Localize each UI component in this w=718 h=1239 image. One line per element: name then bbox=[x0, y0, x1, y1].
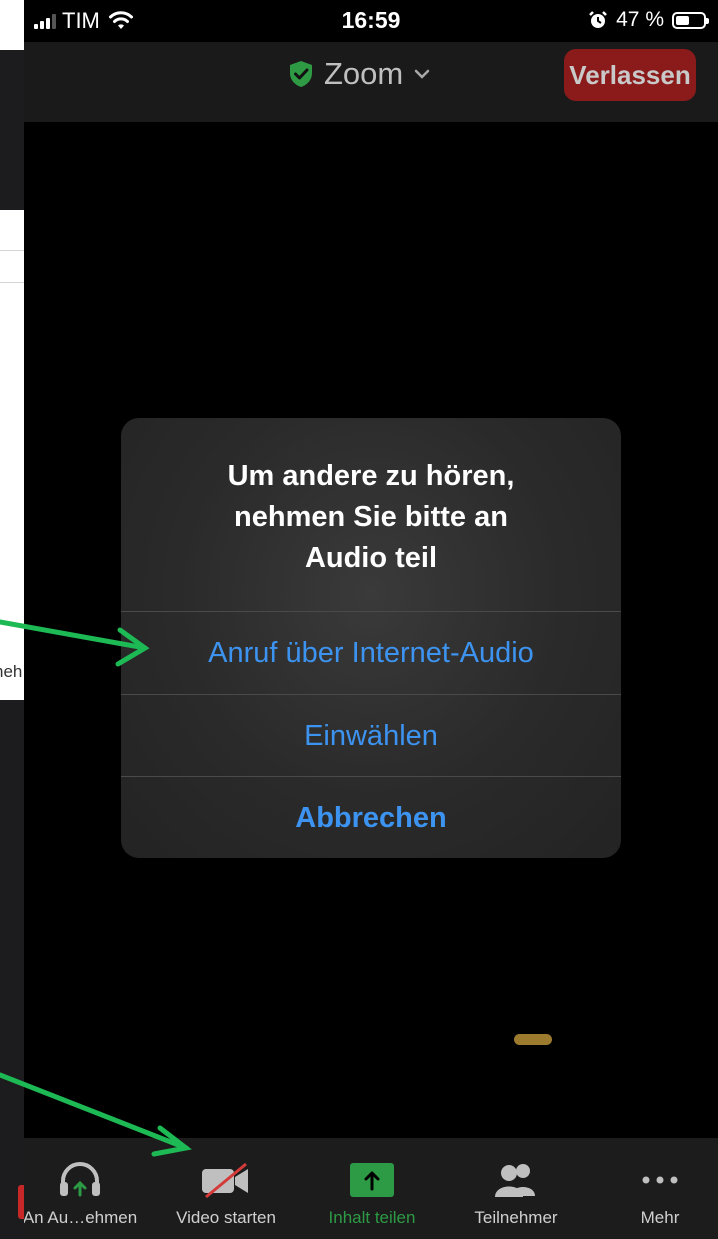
zoom-meeting-screen: TIM 16:59 47 % Zoom Verlassen Um andere … bbox=[24, 0, 718, 1239]
share-content-button[interactable]: Inhalt teilen bbox=[310, 1138, 434, 1239]
background-document-strip: neh bbox=[0, 0, 24, 1239]
share-icon bbox=[350, 1163, 394, 1197]
participants-label: Teilnehmer bbox=[474, 1208, 558, 1227]
meeting-title: Zoom bbox=[324, 56, 404, 91]
status-bar: TIM 16:59 47 % bbox=[24, 0, 718, 42]
background-divider bbox=[0, 282, 24, 283]
alarm-icon bbox=[589, 11, 608, 28]
participants-button[interactable]: Teilnehmer bbox=[454, 1138, 578, 1239]
video-off-icon bbox=[202, 1162, 248, 1199]
chevron-down-icon bbox=[415, 69, 430, 79]
audio-join-dialog: Um andere zu hören, nehmen Sie bitte an … bbox=[121, 418, 621, 858]
background-text: neh bbox=[0, 662, 23, 681]
background-panel-top bbox=[0, 0, 24, 50]
meeting-toolbar: An Au…ehmen Video starten Inhalt teilen bbox=[24, 1138, 718, 1239]
cancel-button[interactable]: Abbrechen bbox=[121, 776, 621, 858]
meeting-header: Zoom Verlassen bbox=[24, 42, 718, 122]
start-video-button[interactable]: Video starten bbox=[162, 1138, 290, 1239]
participants-icon bbox=[495, 1164, 535, 1197]
background-panel-fields bbox=[0, 210, 24, 318]
video-artifact bbox=[514, 1034, 552, 1045]
dialog-message: Um andere zu hören, nehmen Sie bitte an … bbox=[227, 460, 515, 574]
internet-audio-button[interactable]: Anruf über Internet-Audio bbox=[121, 611, 621, 694]
background-panel-body bbox=[0, 318, 24, 700]
battery-percent: 47 % bbox=[616, 8, 664, 31]
dial-in-button[interactable]: Einwählen bbox=[121, 694, 621, 777]
meeting-title-button[interactable]: Zoom bbox=[288, 56, 431, 92]
start-video-label: Video starten bbox=[176, 1208, 276, 1227]
headphones-icon bbox=[60, 1162, 100, 1197]
join-audio-button[interactable]: An Au…ehmen bbox=[24, 1138, 138, 1239]
right-status-group: 47 % bbox=[588, 8, 709, 32]
background-divider bbox=[0, 250, 24, 251]
battery-icon bbox=[672, 11, 709, 29]
more-icon bbox=[642, 1176, 678, 1184]
join-audio-label: An Au…ehmen bbox=[24, 1208, 138, 1227]
shield-check-icon bbox=[290, 61, 312, 87]
share-content-label: Inhalt teilen bbox=[328, 1208, 416, 1227]
leave-button[interactable]: Verlassen bbox=[564, 49, 696, 101]
more-button[interactable]: Mehr bbox=[610, 1138, 710, 1239]
more-label: Mehr bbox=[640, 1208, 680, 1227]
